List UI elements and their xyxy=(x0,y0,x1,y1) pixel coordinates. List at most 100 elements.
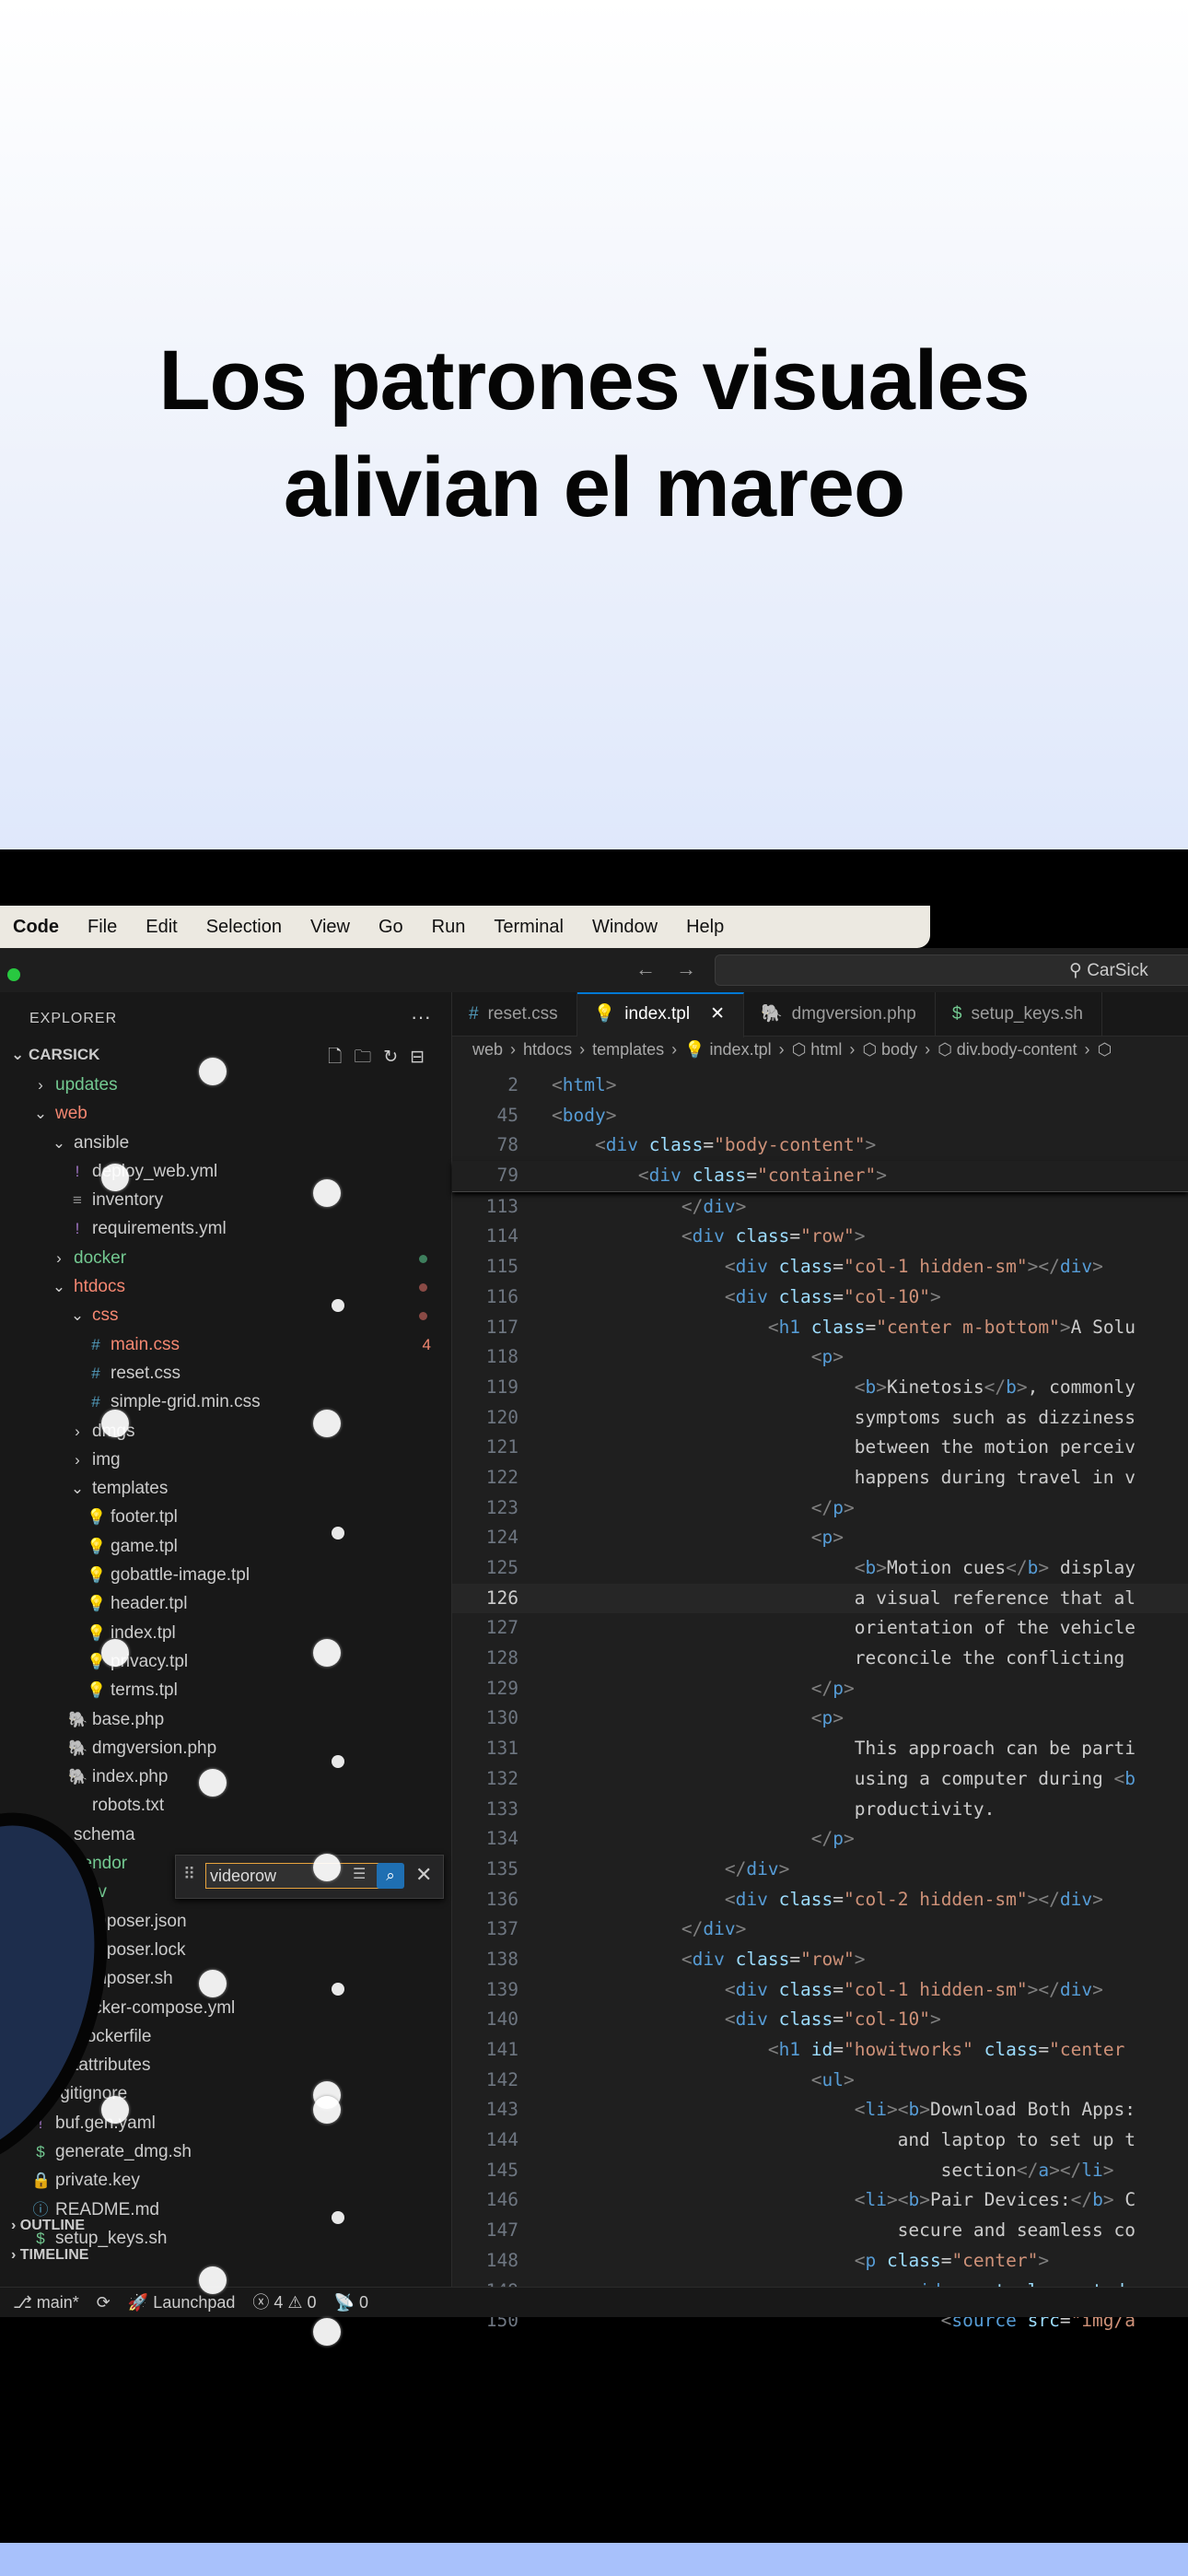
tree-item[interactable]: ⌄ css xyxy=(0,1301,451,1329)
tree-item[interactable]: 🔒 private.key xyxy=(0,2166,451,2195)
code-line[interactable]: 130 <p> xyxy=(452,1704,1188,1734)
launchpad-item[interactable]: 🚀 Launchpad xyxy=(128,2293,236,2312)
tab-dmgversion-php[interactable]: 🐘 dmgversion.php xyxy=(744,992,936,1036)
chevron-right-icon[interactable]: › xyxy=(31,1071,50,1099)
code-line[interactable]: 122 happens during travel in v xyxy=(452,1463,1188,1493)
code-line[interactable]: 141 <h1 id="howitworks" class="center xyxy=(452,2035,1188,2066)
workspace-root[interactable]: ⌄ CARSICK xyxy=(11,1046,99,1064)
breadcrumb-item[interactable]: ⬡ html xyxy=(792,1040,843,1059)
code-line[interactable]: 127 orientation of the vehicle xyxy=(452,1613,1188,1644)
tree-item[interactable]: ⌄ ansible xyxy=(0,1129,451,1157)
back-arrow-icon[interactable]: ← xyxy=(635,957,656,980)
tree-item[interactable]: # reset.css xyxy=(0,1359,451,1388)
tree-item[interactable]: ! buf.gen.yaml xyxy=(0,2109,451,2137)
tree-item[interactable]: 💡 gobattle-image.tpl xyxy=(0,1561,451,1589)
menu-run[interactable]: Run xyxy=(432,917,466,938)
chevron-right-icon[interactable]: › xyxy=(68,1417,87,1446)
code-line[interactable]: 126 a visual reference that al xyxy=(452,1583,1188,1614)
menu-go[interactable]: Go xyxy=(379,917,403,938)
fuzzy-match-icon[interactable]: ⌕ xyxy=(377,1863,404,1889)
tree-item[interactable]: robots.txt xyxy=(0,1791,451,1820)
tab-index-tpl[interactable]: 💡 index.tpl ✕ xyxy=(577,992,744,1037)
code-line[interactable]: 146 <li><b>Pair Devices:</b> C xyxy=(452,2185,1188,2216)
code-line[interactable]: 123 </p> xyxy=(452,1493,1188,1524)
new-folder-icon[interactable]: 🗀 xyxy=(354,1048,371,1067)
code-line[interactable]: 118 <p> xyxy=(452,1342,1188,1373)
code-line[interactable]: 134 </p> xyxy=(452,1824,1188,1855)
code-line[interactable]: 78 <div class="body-content"> xyxy=(452,1130,1188,1161)
breadcrumb-item[interactable]: 💡 index.tpl xyxy=(684,1040,771,1059)
code-line[interactable]: 124 <p> xyxy=(452,1523,1188,1553)
code-line[interactable]: 131 This approach can be parti xyxy=(452,1734,1188,1764)
chevron-down-icon[interactable]: ⌄ xyxy=(31,1099,50,1128)
code-line[interactable]: 128 reconcile the conflicting xyxy=(452,1644,1188,1674)
collapse-all-icon[interactable]: ⊟ xyxy=(410,1048,425,1067)
menu-terminal[interactable]: Terminal xyxy=(494,917,564,938)
code-line[interactable]: 139 <div class="col-1 hidden-sm"></div> xyxy=(452,1975,1188,2006)
tree-item[interactable]: ›dmgs xyxy=(0,1417,451,1446)
tree-item[interactable]: 🐘 dmgversion.php xyxy=(0,1734,451,1762)
code-line[interactable]: 45 <body> xyxy=(452,1101,1188,1131)
new-file-icon[interactable]: 🗋 xyxy=(328,1048,342,1067)
code-line[interactable]: 138 <div class="row"> xyxy=(452,1945,1188,1975)
code-line[interactable]: 2 <html> xyxy=(452,1071,1188,1101)
tree-item[interactable]: ⌄ htdocs xyxy=(0,1272,451,1301)
code-line[interactable]: 117 <h1 class="center m-bottom">A Solu xyxy=(452,1313,1188,1343)
code-line[interactable]: 120 symptoms such as dizziness xyxy=(452,1403,1188,1434)
code-line[interactable]: 148 <p class="center"> xyxy=(452,2246,1188,2277)
chevron-down-icon[interactable]: ⌄ xyxy=(68,1474,87,1503)
code-line[interactable]: 140 <div class="col-10"> xyxy=(452,2005,1188,2035)
forward-arrow-icon[interactable]: → xyxy=(676,957,696,980)
menu-window[interactable]: Window xyxy=(592,917,658,938)
chevron-down-icon[interactable]: ⌄ xyxy=(50,1129,68,1157)
close-icon[interactable]: ✕ xyxy=(415,1863,432,1887)
chevron-down-icon[interactable]: ⌄ xyxy=(50,1272,68,1301)
code-line[interactable]: 142 <ul> xyxy=(452,2066,1188,2096)
tab-reset-css[interactable]: # reset.css xyxy=(452,992,577,1036)
code-line[interactable]: 137 </div> xyxy=(452,1914,1188,1945)
drag-handle-icon[interactable]: ⠿ xyxy=(183,1865,195,1884)
problems-count[interactable]: ⓧ 4 ⚠ 0 xyxy=(252,2293,316,2312)
tree-item[interactable]: 💡 footer.tpl xyxy=(0,1503,451,1531)
tree-item[interactable]: ⌄ web xyxy=(0,1099,451,1128)
breadcrumb-item[interactable]: htdocs xyxy=(523,1040,572,1059)
window-zoom-button[interactable] xyxy=(7,968,20,981)
command-center[interactable]: ⚲ CarSick xyxy=(715,954,1188,986)
tree-item[interactable]: › img xyxy=(0,1446,451,1474)
code-line[interactable]: 119 <b>Kinetosis</b>, commonly xyxy=(452,1373,1188,1403)
tree-item[interactable]: $ generate_dmg.sh xyxy=(0,2137,451,2166)
chevron-right-icon[interactable]: › xyxy=(68,1446,87,1474)
menu-app-name[interactable]: Code xyxy=(13,917,59,938)
code-line[interactable]: 135 </div> xyxy=(452,1855,1188,1885)
code-line[interactable]: 147 secure and seamless co xyxy=(452,2216,1188,2246)
tree-item[interactable]: 🐘 base.php xyxy=(0,1705,451,1734)
tree-item[interactable]: 💡 terms.tpl xyxy=(0,1676,451,1704)
breadcrumb-item[interactable]: templates xyxy=(592,1040,664,1059)
tree-item[interactable]: # main.css 4 xyxy=(0,1330,451,1359)
code-line[interactable]: 129 </p> xyxy=(452,1674,1188,1704)
menu-view[interactable]: View xyxy=(310,917,350,938)
breadcrumb-item[interactable]: web xyxy=(472,1040,503,1059)
code-view[interactable]: 2 <html> 45 <body> 78 <div class="body-conte… xyxy=(452,1071,1188,2336)
tree-item[interactable]: › docker xyxy=(0,1244,451,1272)
tree-item[interactable]: ! deploy_web.yml xyxy=(0,1157,451,1186)
tree-item[interactable]: 💡 index.tpl xyxy=(0,1619,451,1647)
code-line[interactable]: 144 and laptop to set up t xyxy=(452,2125,1188,2156)
code-line[interactable]: 113 </div> xyxy=(452,1192,1188,1223)
tree-item[interactable]: ! requirements.yml xyxy=(0,1214,451,1243)
timeline-section[interactable]: › TIMELINE xyxy=(11,2247,88,2264)
menu-selection[interactable]: Selection xyxy=(206,917,282,938)
breadcrumb-item[interactable]: ⬡ xyxy=(1098,1040,1112,1059)
filter-icon[interactable]: ☰ xyxy=(353,1865,366,1883)
tab-setup_keys-sh[interactable]: $ setup_keys.sh xyxy=(936,992,1102,1036)
tree-item[interactable]: 💡 header.tpl xyxy=(0,1589,451,1618)
git-branch[interactable]: ⎇ main* xyxy=(13,2293,79,2312)
code-line[interactable]: 136 <div class="col-2 hidden-sm"></div> xyxy=(452,1885,1188,1915)
menu-edit[interactable]: Edit xyxy=(146,917,177,938)
code-line[interactable]: 79 <div class="container"> xyxy=(452,1161,1188,1192)
code-line[interactable]: 125 <b>Motion cues</b> display xyxy=(452,1553,1188,1584)
more-actions-icon[interactable]: ··· xyxy=(411,1005,431,1029)
code-line[interactable]: 133 productivity. xyxy=(452,1795,1188,1825)
breadcrumb-item[interactable]: ⬡ body xyxy=(862,1040,917,1059)
tree-item[interactable]: 💡 privacy.tpl xyxy=(0,1647,451,1676)
